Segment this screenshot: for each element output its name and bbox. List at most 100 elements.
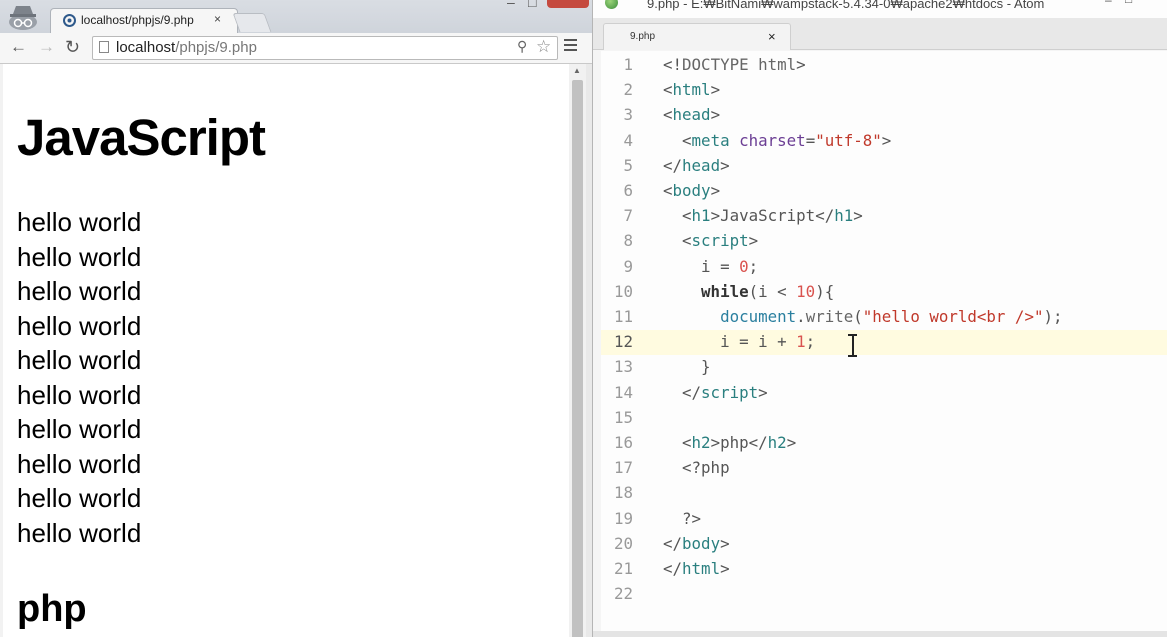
atom-maximize-icon[interactable]: □ <box>1125 0 1132 6</box>
editor-tab-close-icon[interactable]: × <box>768 29 776 44</box>
window-maximize-icon[interactable]: □ <box>528 0 536 10</box>
page-icon <box>99 41 109 53</box>
code-line[interactable]: 4 <meta charset="utf-8"> <box>601 129 1167 154</box>
line-number: 12 <box>613 332 633 352</box>
code-token: while <box>701 281 749 301</box>
code-line[interactable]: 3 <head> <box>601 103 1167 128</box>
code-line[interactable]: 7 <h1>JavaScript</h1> <box>601 204 1167 229</box>
atom-minimize-icon[interactable]: – <box>1105 0 1112 7</box>
code-token: </ <box>663 559 683 578</box>
bookmark-star-icon[interactable]: ☆ <box>536 37 551 57</box>
code-text: i = 0; <box>663 257 758 276</box>
code-token: html <box>682 559 721 578</box>
line-number: 3 <box>623 105 633 125</box>
code-text: </script> <box>663 383 768 402</box>
code-text: i = i + 1; <box>663 332 815 351</box>
window-close-button[interactable] <box>547 0 589 8</box>
code-token: h1 <box>691 206 711 226</box>
hello-world-output: hello world hello world hello world hello w… <box>17 205 141 550</box>
code-line[interactable]: 10 while(i < 10){ <box>601 280 1167 305</box>
editor-tab-9php[interactable]: 9.php × <box>603 23 791 50</box>
code-token: ; <box>748 256 759 276</box>
code-line[interactable]: 18 <box>601 481 1167 506</box>
address-bar[interactable]: localhost/phpjs/9.php ⚲ ☆ <box>92 36 558 60</box>
code-line[interactable]: 14 </script> <box>601 381 1167 406</box>
code-text: <meta charset="utf-8"> <box>663 131 891 150</box>
code-token: </ <box>663 533 683 553</box>
page-heading-php: php <box>17 588 87 630</box>
reload-icon[interactable]: ↻ <box>65 38 80 56</box>
code-token: > <box>748 231 759 251</box>
vertical-scrollbar[interactable]: ▲ <box>569 64 586 637</box>
new-tab-button[interactable] <box>232 13 272 32</box>
tab-close-icon[interactable]: × <box>214 12 221 26</box>
code-token: > <box>881 130 892 150</box>
line-number: 16 <box>613 433 633 452</box>
forward-arrow-icon[interactable]: → <box>38 38 55 56</box>
code-text: while(i < 10){ <box>663 282 834 301</box>
line-number: 4 <box>623 130 633 150</box>
code-line[interactable]: 16 <h2>php</h2> <box>601 431 1167 456</box>
hello-world-line: hello world <box>17 241 142 272</box>
code-token: < <box>663 206 692 226</box>
hello-world-line: hello world <box>17 310 142 341</box>
text-cursor-icon <box>847 333 858 357</box>
code-token: script <box>691 231 749 251</box>
line-number: 10 <box>613 281 633 301</box>
code-line[interactable]: 20 </body> <box>601 532 1167 557</box>
code-editor[interactable]: 1 <!DOCTYPE html> 2 <html> 3 <head> 4 <meta ch… <box>601 51 1167 637</box>
window-minimize-icon[interactable]: – <box>507 0 515 10</box>
scrollbar-thumb[interactable] <box>572 80 583 637</box>
address-bar-url[interactable]: localhost/phpjs/9.php <box>116 39 257 56</box>
code-line[interactable]: 1 <!DOCTYPE html> <box>601 53 1167 78</box>
code-line[interactable]: 12 i = i + 1; <box>601 330 1167 356</box>
code-token: < <box>663 130 692 150</box>
back-arrow-icon[interactable]: ← <box>10 38 27 56</box>
line-number: 8 <box>623 231 633 251</box>
code-line[interactable]: 15 <box>601 406 1167 431</box>
code-token: ){ <box>815 281 835 301</box>
line-number: 2 <box>623 80 633 100</box>
code-line[interactable]: 6 <body> <box>601 179 1167 204</box>
atom-status-bar <box>593 631 1167 637</box>
code-text: <!DOCTYPE html> <box>663 55 806 74</box>
code-text: <script> <box>663 231 758 250</box>
code-token: < <box>663 181 673 200</box>
code-line[interactable]: 19 ?> <box>601 507 1167 532</box>
zoom-icon[interactable]: ⚲ <box>517 38 527 55</box>
code-token: document <box>720 307 797 326</box>
scroll-up-icon[interactable]: ▲ <box>573 66 581 75</box>
code-line[interactable]: 22 <box>601 582 1167 607</box>
hello-world-line: hello world <box>17 345 142 375</box>
code-token: </ <box>663 382 702 402</box>
line-number: 1 <box>623 55 633 74</box>
atom-title-bar: 9.php - E:₩BitNami₩wampstack-5.4.34-0₩ap… <box>593 0 1167 18</box>
tab-localhost[interactable]: localhost/phpjs/9.php × <box>50 8 238 34</box>
code-line[interactable]: 11 document.write("hello world<br />"); <box>601 305 1167 330</box>
code-token: html <box>672 80 711 100</box>
code-line[interactable]: 21 </html> <box>601 557 1167 582</box>
code-line[interactable]: 5 </head> <box>601 154 1167 179</box>
code-line[interactable]: 9 i = 0; <box>601 255 1167 280</box>
hello-world-line: hello world <box>17 483 142 513</box>
code-token: i = <box>663 256 740 276</box>
code-text: <head> <box>663 105 720 124</box>
code-line[interactable]: 8 <script> <box>601 229 1167 254</box>
code-text: document.write("hello world<br />"); <box>663 307 1062 326</box>
code-line[interactable]: 17 <?php <box>601 456 1167 481</box>
code-token: . <box>796 307 806 326</box>
editor-tab-title: 9.php <box>630 31 656 42</box>
code-line[interactable]: 2 <html> <box>601 78 1167 103</box>
code-line[interactable]: 13 } <box>601 355 1167 380</box>
menu-icon[interactable] <box>564 39 577 54</box>
line-number: 13 <box>613 357 633 377</box>
tab-title: localhost/phpjs/9.php <box>81 13 194 27</box>
browser-toolbar: ← → ↻ localhost/phpjs/9.php ⚲ ☆ <box>0 33 592 64</box>
line-number: 22 <box>613 584 633 604</box>
code-token: 0 <box>739 256 749 276</box>
hello-world-line: hello world <box>17 517 142 548</box>
code-text: <h1>JavaScript</h1> <box>663 206 863 225</box>
code-text: <h2>php</h2> <box>663 433 796 452</box>
